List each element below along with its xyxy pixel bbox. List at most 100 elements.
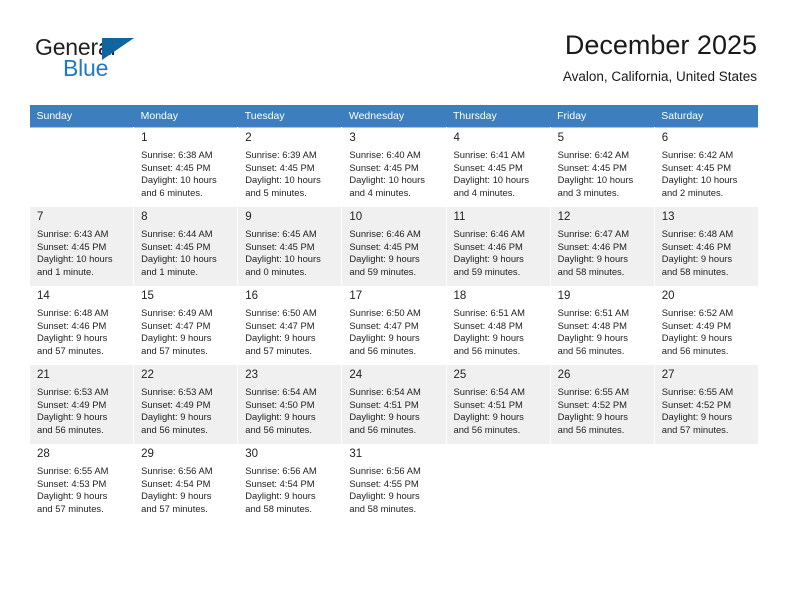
day-sunset-text: Sunset: 4:45 PM: [37, 240, 107, 252]
day-sun-info: Sunrise: 6:51 AM Sunset: 4:48 PM Daylight:…: [454, 307, 544, 357]
day-daylight-line1-text: Daylight: 9 hours: [557, 411, 628, 423]
day-sun-info: Sunrise: 6:42 AM Sunset: 4:45 PM Daylight:…: [662, 149, 752, 199]
day-number: 3: [349, 132, 356, 144]
day-daylight-line2-text: and 5 minutes.: [245, 186, 307, 198]
day-sunset-text: Sunset: 4:54 PM: [245, 477, 315, 489]
day-daylight-line2-text: and 57 minutes.: [661, 423, 729, 435]
day-cell-content: 5 Sunrise: 6:42 AM Sunset: 4:45 PM Daylight…: [551, 128, 654, 199]
calendar-day-cell[interactable]: 14 Sunrise: 6:48 AM Sunset: 4:46 PM Dayligh…: [28, 286, 135, 365]
day-sun-info: Sunrise: 6:54 AM Sunset: 4:50 PM Daylight:…: [245, 386, 335, 436]
calendar-cell-empty: [28, 127, 135, 207]
day-sunrise-text: Sunrise: 6:50 AM: [245, 307, 317, 318]
day-daylight-line1-text: Daylight: 9 hours: [349, 411, 420, 423]
day-sun-info: Sunrise: 6:41 AM Sunset: 4:45 PM Daylight:…: [454, 149, 544, 199]
day-cell-content: 25 Sunrise: 6:54 AM Sunset: 4:51 PM Dayligh…: [447, 365, 550, 436]
calendar-day-cell[interactable]: 16 Sunrise: 6:50 AM Sunset: 4:47 PM Dayligh…: [237, 286, 343, 365]
calendar-day-cell[interactable]: 26 Sunrise: 6:55 AM Sunset: 4:52 PM Dayligh…: [549, 365, 655, 444]
calendar-page: General Blue December 2025 Avalon, Calif…: [0, 0, 792, 612]
calendar-day-cell[interactable]: 20 Sunrise: 6:52 AM Sunset: 4:49 PM Dayligh…: [653, 286, 759, 365]
day-sun-info: Sunrise: 6:49 AM Sunset: 4:47 PM Daylight:…: [141, 307, 231, 357]
day-number: 25: [453, 369, 467, 381]
calendar-day-cell[interactable]: 10 Sunrise: 6:46 AM Sunset: 4:45 PM Dayligh…: [341, 207, 447, 286]
day-cell-content: 21 Sunrise: 6:53 AM Sunset: 4:49 PM Dayligh…: [30, 365, 133, 436]
calendar-day-cell[interactable]: 6 Sunrise: 6:42 AM Sunset: 4:45 PM Daylight…: [653, 127, 759, 207]
day-number: 29: [141, 448, 154, 460]
day-sunset-text: Sunset: 4:52 PM: [661, 398, 732, 410]
day-daylight-line1-text: Daylight: 9 hours: [661, 411, 733, 423]
calendar-day-cell[interactable]: 8 Sunrise: 6:44 AM Sunset: 4:45 PM Daylight…: [133, 207, 239, 286]
calendar-day-cell[interactable]: 1 Sunrise: 6:38 AM Sunset: 4:45 PM Daylight…: [133, 127, 239, 207]
day-daylight-line1-text: Daylight: 9 hours: [453, 253, 524, 265]
day-sunset-text: Sunset: 4:46 PM: [37, 319, 107, 331]
calendar-day-cell[interactable]: 21 Sunrise: 6:53 AM Sunset: 4:49 PM Dayligh…: [28, 365, 135, 444]
day-sun-info: Sunrise: 6:47 AM Sunset: 4:46 PM Daylight:…: [558, 228, 648, 278]
day-daylight-line2-text: and 58 minutes.: [557, 265, 625, 277]
calendar-day-cell[interactable]: 28 Sunrise: 6:55 AM Sunset: 4:53 PM Dayligh…: [28, 444, 135, 523]
calendar-day-cell[interactable]: 4 Sunrise: 6:41 AM Sunset: 4:45 PM Daylight…: [445, 127, 551, 207]
calendar-day-cell[interactable]: 13 Sunrise: 6:48 AM Sunset: 4:46 PM Dayligh…: [653, 207, 759, 286]
calendar-day-cell[interactable]: 3 Sunrise: 6:40 AM Sunset: 4:45 PM Daylight…: [341, 127, 447, 207]
calendar-day-cell[interactable]: 15 Sunrise: 6:49 AM Sunset: 4:47 PM Dayligh…: [133, 286, 239, 365]
day-daylight-line1-text: Daylight: 10 hours: [557, 174, 634, 186]
day-sunrise-text: Sunrise: 6:46 AM: [349, 228, 421, 239]
day-daylight-line2-text: and 56 minutes.: [349, 423, 417, 435]
day-sunset-text: Sunset: 4:45 PM: [245, 240, 315, 252]
day-sun-info: Sunrise: 6:44 AM Sunset: 4:45 PM Daylight:…: [141, 228, 231, 278]
calendar-day-cell[interactable]: 22 Sunrise: 6:53 AM Sunset: 4:49 PM Dayligh…: [133, 365, 239, 444]
day-cell-content: 12 Sunrise: 6:47 AM Sunset: 4:46 PM Dayligh…: [551, 207, 654, 278]
day-sunrise-text: Sunrise: 6:46 AM: [453, 228, 525, 239]
day-sunset-text: Sunset: 4:45 PM: [141, 240, 211, 252]
calendar-day-cell[interactable]: 11 Sunrise: 6:46 AM Sunset: 4:46 PM Dayligh…: [445, 207, 551, 286]
day-sunrise-text: Sunrise: 6:55 AM: [557, 386, 630, 397]
day-sunset-text: Sunset: 4:51 PM: [349, 398, 419, 410]
calendar-day-cell[interactable]: 23 Sunrise: 6:54 AM Sunset: 4:50 PM Dayligh…: [237, 365, 343, 444]
calendar-day-cell[interactable]: 2 Sunrise: 6:39 AM Sunset: 4:45 PM Daylight…: [237, 127, 343, 207]
day-daylight-line1-text: Daylight: 10 hours: [245, 174, 321, 186]
day-sun-info: Sunrise: 6:46 AM Sunset: 4:46 PM Daylight:…: [454, 228, 544, 278]
calendar-day-cell[interactable]: 19 Sunrise: 6:51 AM Sunset: 4:48 PM Dayligh…: [549, 286, 655, 365]
day-sunset-text: Sunset: 4:53 PM: [37, 477, 107, 489]
calendar-day-cell[interactable]: 7 Sunrise: 6:43 AM Sunset: 4:45 PM Daylight…: [28, 207, 135, 286]
day-sunrise-text: Sunrise: 6:56 AM: [245, 465, 317, 476]
calendar-day-cell[interactable]: 27 Sunrise: 6:55 AM Sunset: 4:52 PM Dayligh…: [653, 365, 759, 444]
day-cell-content: 23 Sunrise: 6:54 AM Sunset: 4:50 PM Dayligh…: [238, 365, 341, 436]
day-sun-info: Sunrise: 6:54 AM Sunset: 4:51 PM Daylight:…: [454, 386, 544, 436]
day-sun-info: Sunrise: 6:38 AM Sunset: 4:45 PM Daylight:…: [141, 149, 231, 199]
day-sunset-text: Sunset: 4:45 PM: [349, 240, 419, 252]
day-cell-content: 17 Sunrise: 6:50 AM Sunset: 4:47 PM Dayligh…: [342, 286, 445, 357]
day-daylight-line2-text: and 56 minutes.: [245, 423, 312, 435]
day-sunrise-text: Sunrise: 6:51 AM: [557, 307, 630, 318]
calendar-day-cell[interactable]: 17 Sunrise: 6:50 AM Sunset: 4:47 PM Dayligh…: [341, 286, 447, 365]
day-number: 10: [349, 211, 363, 223]
day-daylight-line2-text: and 58 minutes.: [349, 502, 417, 514]
calendar-day-cell[interactable]: 18 Sunrise: 6:51 AM Sunset: 4:48 PM Dayligh…: [445, 286, 551, 365]
day-sunset-text: Sunset: 4:48 PM: [557, 319, 627, 331]
calendar-day-cell[interactable]: 24 Sunrise: 6:54 AM Sunset: 4:51 PM Dayligh…: [341, 365, 447, 444]
day-sun-info: Sunrise: 6:45 AM Sunset: 4:45 PM Daylight:…: [245, 228, 335, 278]
day-sunrise-text: Sunrise: 6:55 AM: [37, 465, 109, 476]
day-sun-info: Sunrise: 6:42 AM Sunset: 4:45 PM Daylight:…: [558, 149, 648, 199]
day-daylight-line2-text: and 56 minutes.: [349, 344, 417, 356]
calendar-cell-empty: [445, 444, 551, 523]
calendar-day-cell[interactable]: 31 Sunrise: 6:56 AM Sunset: 4:55 PM Dayligh…: [341, 444, 447, 523]
calendar-day-cell[interactable]: 12 Sunrise: 6:47 AM Sunset: 4:46 PM Dayligh…: [549, 207, 655, 286]
day-daylight-line1-text: Daylight: 9 hours: [349, 253, 420, 265]
calendar-week-row: 21 Sunrise: 6:53 AM Sunset: 4:49 PM Dayligh…: [28, 365, 759, 444]
day-daylight-line2-text: and 2 minutes.: [661, 186, 724, 198]
day-number: 23: [245, 369, 259, 381]
day-sunrise-text: Sunrise: 6:53 AM: [141, 386, 213, 397]
calendar-day-cell[interactable]: 30 Sunrise: 6:56 AM Sunset: 4:54 PM Dayligh…: [237, 444, 343, 523]
general-blue-logo[interactable]: General Blue: [35, 34, 265, 90]
day-number: 21: [37, 369, 50, 381]
day-daylight-line1-text: Daylight: 10 hours: [349, 174, 425, 186]
calendar-day-cell[interactable]: 25 Sunrise: 6:54 AM Sunset: 4:51 PM Dayligh…: [445, 365, 551, 444]
day-daylight-line1-text: Daylight: 9 hours: [141, 490, 212, 502]
calendar-day-cell[interactable]: 9 Sunrise: 6:45 AM Sunset: 4:45 PM Daylight…: [237, 207, 343, 286]
calendar-day-cell[interactable]: 29 Sunrise: 6:56 AM Sunset: 4:54 PM Dayligh…: [133, 444, 239, 523]
day-cell-content: 16 Sunrise: 6:50 AM Sunset: 4:47 PM Dayligh…: [238, 286, 341, 357]
day-daylight-line1-text: Daylight: 9 hours: [661, 332, 733, 344]
calendar-day-cell[interactable]: 5 Sunrise: 6:42 AM Sunset: 4:45 PM Daylight…: [549, 127, 655, 207]
day-daylight-line1-text: Daylight: 9 hours: [37, 490, 108, 502]
day-cell-content: 14 Sunrise: 6:48 AM Sunset: 4:46 PM Dayligh…: [30, 286, 133, 357]
day-cell-content: 26 Sunrise: 6:55 AM Sunset: 4:52 PM Dayligh…: [551, 365, 654, 436]
